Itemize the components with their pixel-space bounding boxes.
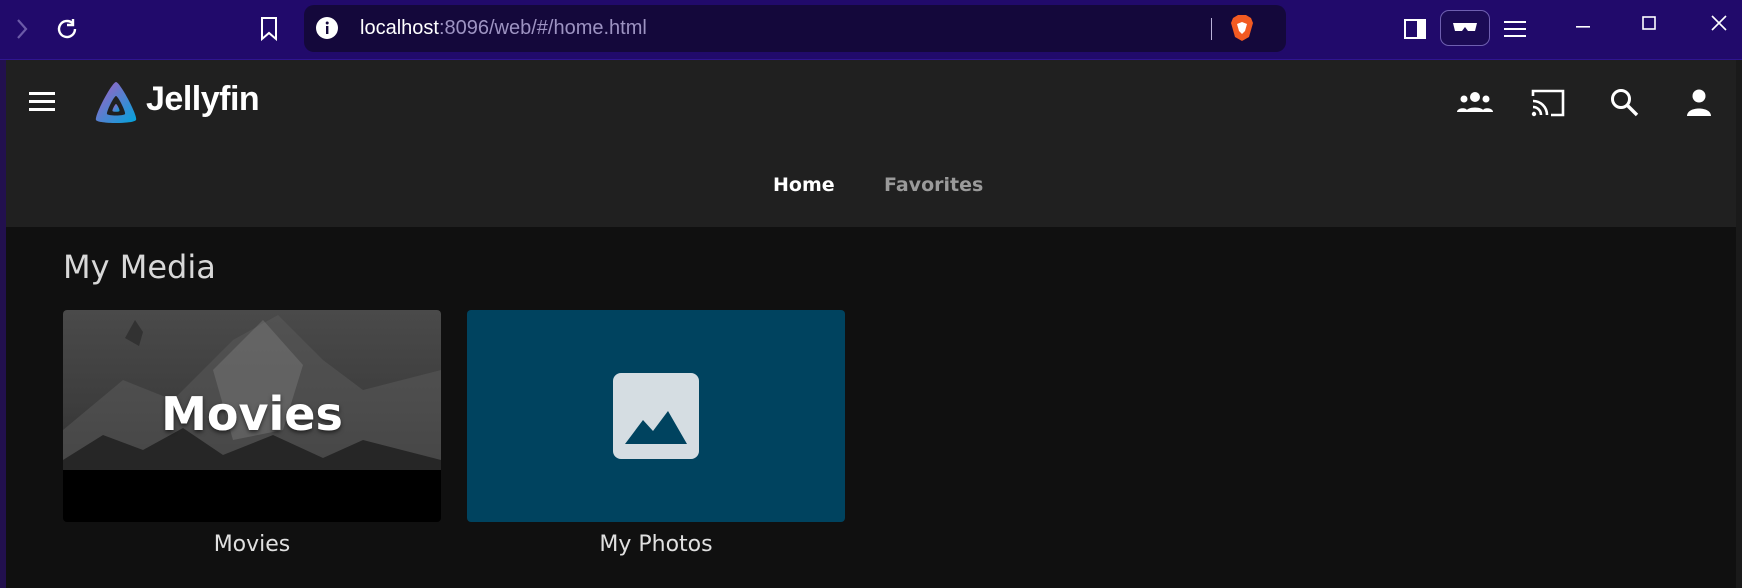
private-window-icon[interactable] — [1440, 10, 1490, 46]
sidebar-toggle-icon[interactable] — [1400, 14, 1430, 44]
movies-overlay-text: Movies — [161, 387, 343, 441]
photo-placeholder-icon — [613, 373, 699, 459]
maximize-icon[interactable] — [1636, 10, 1662, 36]
minimize-icon[interactable] — [1570, 10, 1596, 36]
forward-icon[interactable] — [10, 14, 34, 44]
url-text: localhost:8096/web/#/home.html — [360, 5, 647, 52]
bookmark-icon[interactable] — [256, 14, 282, 44]
users-icon[interactable] — [1455, 88, 1495, 118]
user-icon[interactable] — [1682, 86, 1716, 120]
tab-favorites[interactable]: Favorites — [884, 174, 983, 196]
app-header — [6, 60, 1736, 227]
browser-menu-icon[interactable] — [1500, 14, 1530, 44]
cast-icon[interactable] — [1530, 86, 1568, 120]
reload-icon[interactable] — [50, 12, 84, 46]
my-photos-card[interactable] — [467, 310, 845, 522]
search-icon[interactable] — [1608, 86, 1642, 120]
url-path: :8096/web/#/home.html — [438, 17, 647, 39]
section-title[interactable]: My Media — [63, 248, 216, 286]
tab-home[interactable]: Home — [773, 174, 835, 196]
browser-toolbar: localhost:8096/web/#/home.html — [0, 0, 1742, 60]
brave-shield-icon[interactable] — [1229, 14, 1257, 44]
site-info-icon[interactable] — [316, 17, 338, 39]
close-icon[interactable] — [1706, 10, 1732, 36]
url-host: localhost — [360, 17, 439, 39]
address-bar[interactable]: localhost:8096/web/#/home.html — [304, 5, 1286, 52]
my-photos-card-label[interactable]: My Photos — [467, 532, 845, 557]
address-divider — [1211, 18, 1212, 40]
movies-card-label[interactable]: Movies — [63, 532, 441, 557]
menu-icon[interactable] — [26, 88, 60, 116]
movies-card[interactable]: Movies — [63, 310, 441, 522]
logo-text[interactable]: Jellyfin — [146, 80, 260, 119]
scrollbar[interactable] — [1736, 60, 1742, 588]
jellyfin-logo-icon — [92, 80, 140, 126]
